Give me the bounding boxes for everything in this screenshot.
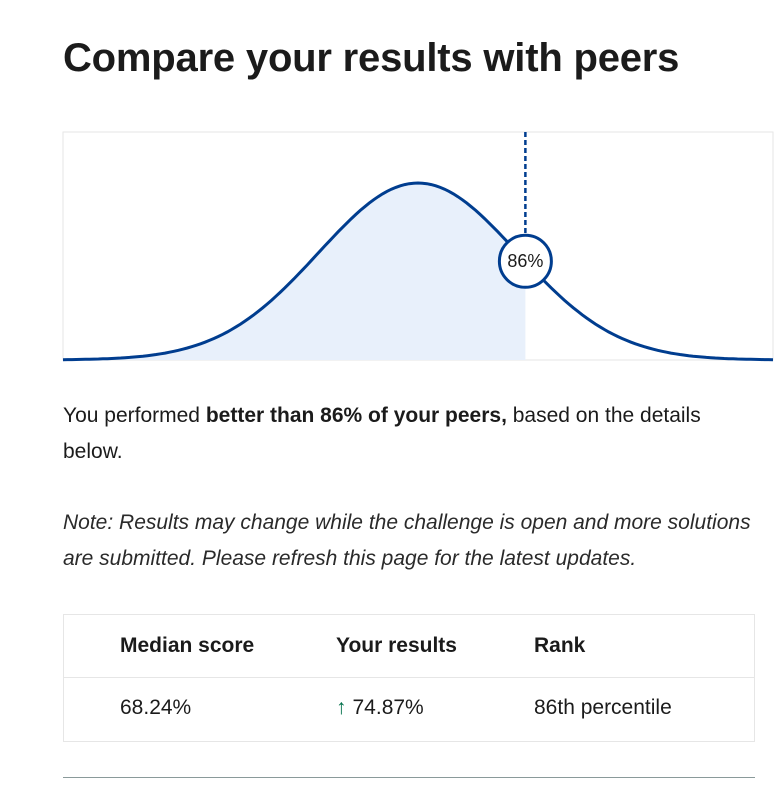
peer-distribution-chart: 86% (0, 0, 781, 400)
results-table: Median score Your results Rank 68.24% ↑ 7… (63, 614, 755, 742)
section-divider (63, 777, 755, 778)
header-your-results: Your results (336, 634, 457, 657)
percentile-marker-label: 86% (507, 251, 543, 271)
your-results-value: 74.87% (352, 696, 424, 719)
your-results-cell: ↑ 74.87% (336, 677, 424, 739)
table-header-row: Median score Your results Rank (64, 615, 754, 678)
performance-summary: You performed better than 86% of your pe… (63, 398, 763, 470)
header-rank: Rank (534, 634, 586, 657)
header-median-score: Median score (120, 634, 255, 657)
distribution-svg: 86% (62, 131, 774, 362)
results-note: Note: Results may change while the chall… (63, 511, 751, 570)
summary-prefix: You performed (63, 404, 206, 427)
summary-highlight: better than 86% of your peers, (205, 404, 507, 427)
rank-value: 86th percentile (534, 696, 672, 719)
arrow-up-icon: ↑ (336, 696, 347, 719)
median-score-value: 68.24% (120, 696, 192, 719)
table-row: 68.24% ↑ 74.87% 86th percentile (64, 677, 754, 739)
